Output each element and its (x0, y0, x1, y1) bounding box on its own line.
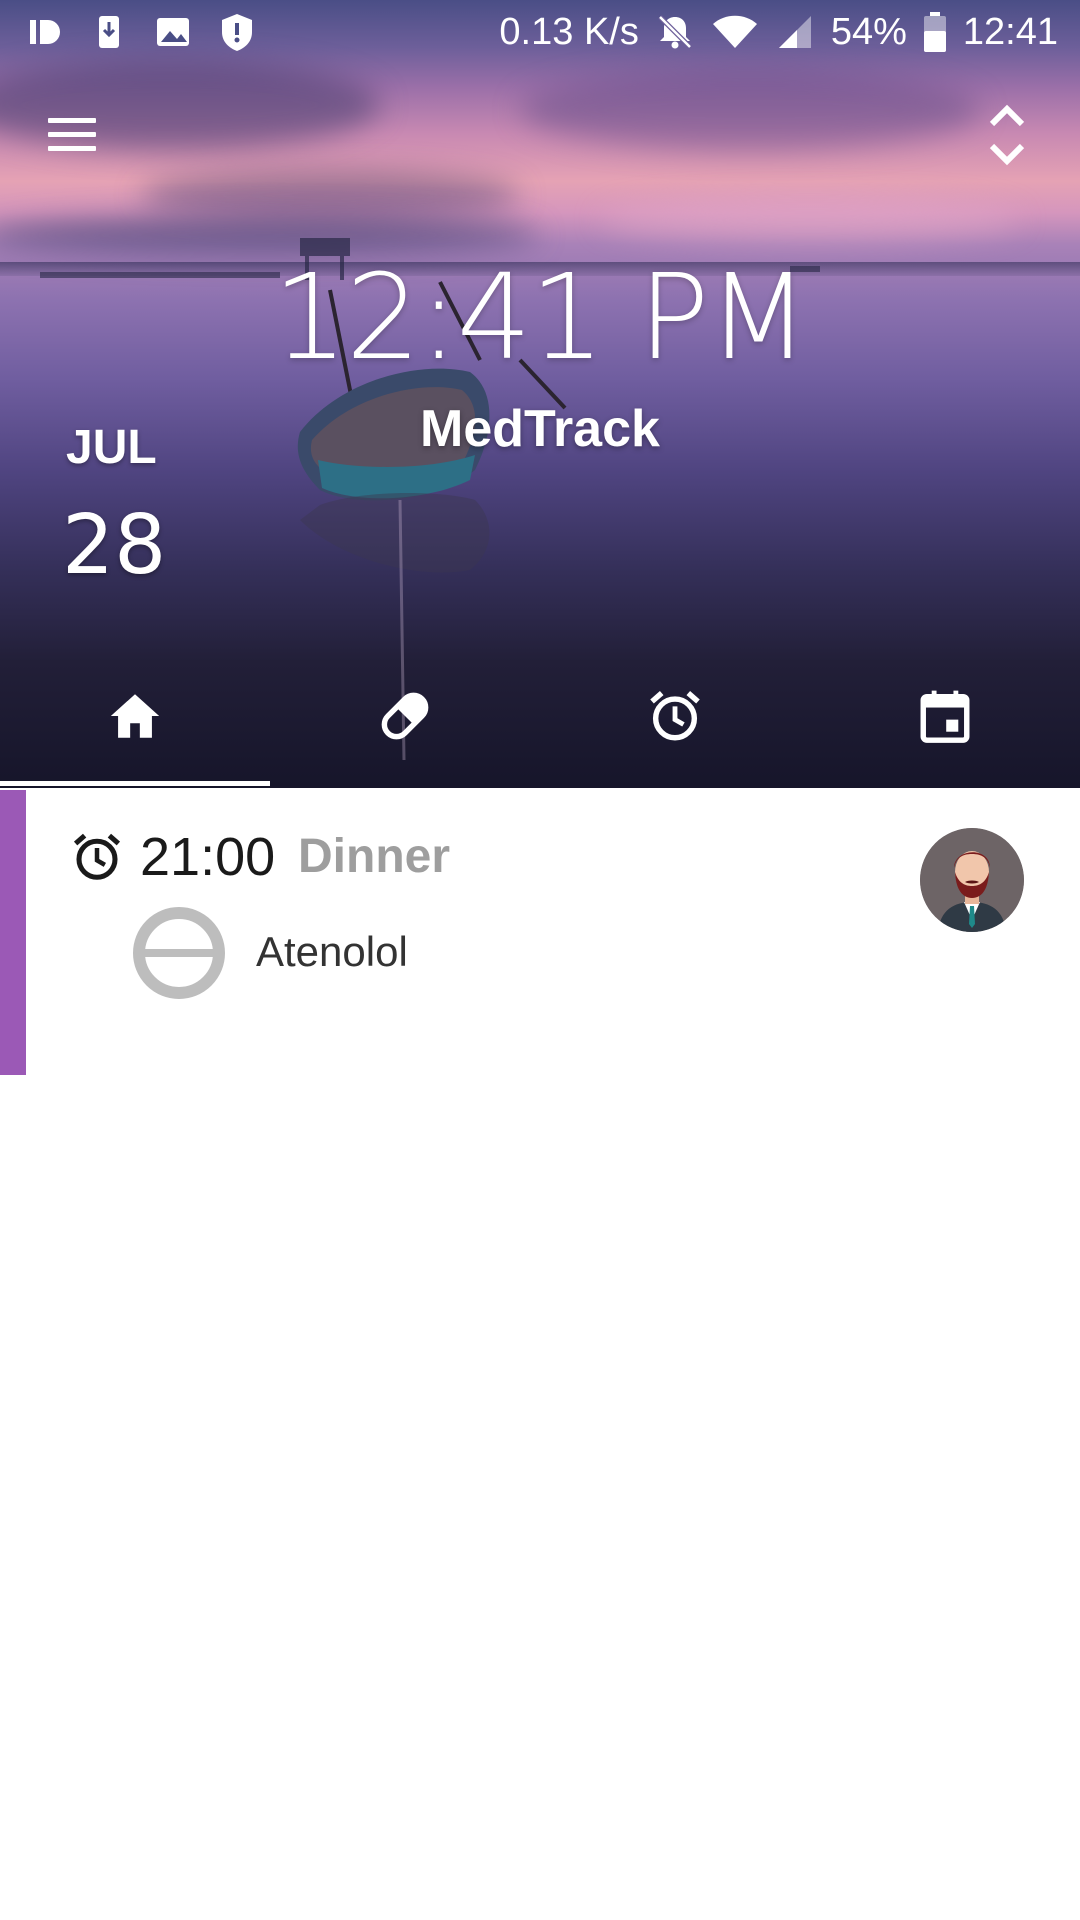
download-icon (99, 16, 119, 48)
tab-selected-indicator (0, 781, 270, 786)
dose-label: Dinner (298, 830, 451, 883)
signal-icon (778, 16, 811, 48)
wifi-icon (712, 15, 757, 48)
header-clock: 12:41 PM (272, 248, 810, 386)
medicine-name: Atenolol (256, 928, 408, 975)
pill-icon (381, 692, 429, 740)
date-month: JUL (66, 421, 157, 474)
battery-icon (923, 12, 946, 52)
user-avatar-icon[interactable] (920, 828, 1024, 932)
avatar-illustration (920, 828, 1024, 932)
status-time: 12:41 (962, 11, 1058, 53)
tab-home[interactable] (0, 668, 270, 788)
dose-time: 21:00 (140, 827, 276, 887)
tab-alarms[interactable] (540, 668, 810, 788)
schedule-list: 21:00 Dinner Atenolol (0, 788, 1080, 1920)
battery-percent: 54% (830, 11, 907, 53)
app-id-icon (30, 20, 60, 44)
image-icon (157, 18, 189, 46)
dose-card[interactable]: 21:00 Dinner Atenolol (0, 788, 1080, 1075)
home-icon (110, 694, 160, 738)
app-title: MedTrack (420, 400, 660, 458)
network-speed: 0.13 K/s (499, 11, 639, 53)
hamburger-menu-icon[interactable] (44, 110, 100, 158)
shield-icon (222, 14, 252, 51)
tab-bar (0, 668, 1080, 788)
pill-status-icon[interactable] (132, 906, 226, 1000)
tab-calendar[interactable] (810, 668, 1080, 788)
status-bar: 0.13 K/s 54% 12:41 (0, 0, 1080, 64)
dose-accent-bar (0, 790, 26, 1075)
alarm-clock-icon (650, 690, 700, 741)
tab-medicines[interactable] (270, 668, 540, 788)
calendar-icon (920, 690, 970, 743)
expand-collapse-icon[interactable] (982, 100, 1032, 170)
bell-off-icon (658, 15, 692, 49)
alarm-clock-icon (73, 833, 121, 880)
date-day: 28 (62, 498, 167, 593)
